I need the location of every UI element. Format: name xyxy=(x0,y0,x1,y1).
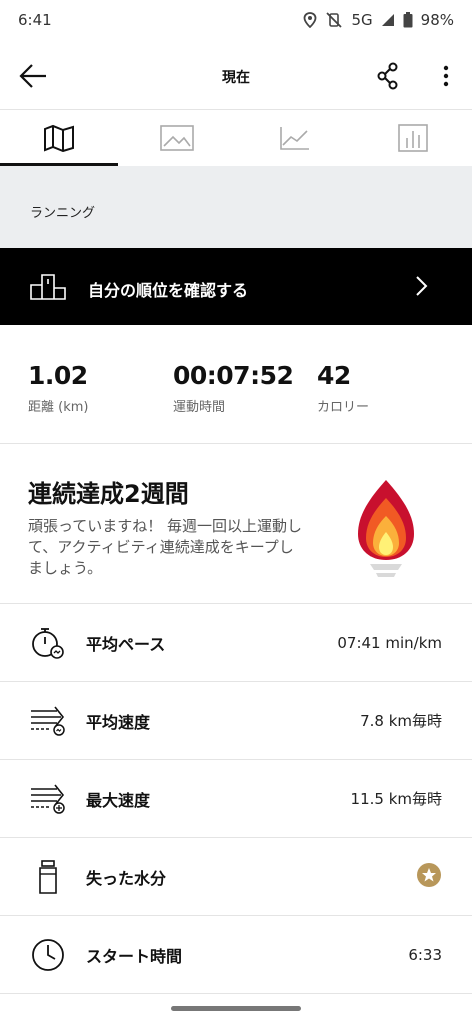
streak-title: 連続達成2週間 xyxy=(28,480,189,508)
metric-value: 07:41 min/km xyxy=(337,633,442,652)
metric-label: 最大速度 xyxy=(86,790,151,810)
metric-value: 11.5 km毎時 xyxy=(350,790,442,808)
metric-label: 平均ペース xyxy=(86,634,166,654)
metric-row-start-time[interactable]: スタート時間 6:33 xyxy=(0,916,472,994)
duration-label: 運動時間 xyxy=(173,400,226,415)
speed-max-icon xyxy=(28,779,68,819)
view-tabs xyxy=(0,110,472,166)
stopwatch-pace-icon xyxy=(28,623,68,663)
metric-label: スタート時間 xyxy=(86,946,183,966)
streak-card[interactable]: 連続達成2週間 頑張っていますね！ 毎週一回以上運動して、アクティビティ連続達成… xyxy=(0,444,472,604)
stat-duration: 00:07:52 運動時間 xyxy=(173,361,294,415)
location-icon xyxy=(304,12,317,28)
water-bottle-icon xyxy=(28,857,68,897)
metric-row-avg-speed[interactable]: 平均速度 7.8 km毎時 xyxy=(0,682,472,760)
battery-level: 98% xyxy=(420,11,454,29)
ranking-banner[interactable]: 自分の順位を確認する xyxy=(0,248,472,325)
summary-stats: 1.02 距離 (km) 00:07:52 運動時間 42 カロリー xyxy=(0,325,472,444)
metric-label: 平均速度 xyxy=(86,712,151,732)
more-icon[interactable] xyxy=(436,64,456,88)
premium-star-icon[interactable] xyxy=(416,862,442,892)
status-bar: 6:41 5G 98% xyxy=(0,0,472,40)
signal-icon xyxy=(381,14,394,26)
ranking-label: 自分の順位を確認する xyxy=(88,281,249,300)
streak-description: 頑張っていますね！ 毎週一回以上運動して、アクティビティ連続達成をキープしましょ… xyxy=(28,517,303,577)
metric-row-water-loss[interactable]: 失った水分 xyxy=(0,838,472,916)
metric-label: 失った水分 xyxy=(86,868,167,888)
clock-icon xyxy=(28,935,68,975)
status-icons: 5G 98% xyxy=(303,11,454,29)
tab-bars[interactable] xyxy=(354,110,472,166)
metric-row-max-speed[interactable]: 最大速度 11.5 km毎時 xyxy=(0,760,472,838)
tab-graph[interactable] xyxy=(236,110,354,166)
metric-value: 7.8 km毎時 xyxy=(360,712,442,730)
stat-distance: 1.02 距離 (km) xyxy=(28,361,88,415)
stat-calories: 42 カロリー xyxy=(317,361,369,415)
home-indicator[interactable] xyxy=(171,1006,301,1011)
app-bar: 現在 xyxy=(0,40,472,110)
distance-value: 1.02 xyxy=(28,361,88,390)
chevron-right-icon xyxy=(416,276,428,296)
line-chart-icon xyxy=(280,127,309,150)
network-type: 5G xyxy=(351,11,373,29)
calories-value: 42 xyxy=(317,361,351,390)
map-icon xyxy=(44,124,74,152)
back-arrow-icon[interactable] xyxy=(18,62,48,90)
calories-label: カロリー xyxy=(317,400,370,415)
torch-flame-icon xyxy=(358,480,414,577)
battery-icon xyxy=(403,12,413,28)
bar-chart-icon xyxy=(398,124,428,152)
tab-photo[interactable] xyxy=(118,110,236,166)
metric-value: 6:33 xyxy=(408,945,442,964)
duration-value: 00:07:52 xyxy=(173,361,294,390)
activity-type: ランニング xyxy=(30,206,96,221)
share-icon[interactable] xyxy=(376,62,402,90)
status-time: 6:41 xyxy=(18,11,52,29)
tab-map[interactable] xyxy=(0,110,118,166)
metric-row-pace[interactable]: 平均ペース 07:41 min/km xyxy=(0,604,472,682)
podium-icon xyxy=(30,274,66,300)
distance-label: 距離 (km) xyxy=(28,400,89,415)
map-preview[interactable]: ランニング xyxy=(0,166,472,248)
speed-average-icon xyxy=(28,701,68,741)
image-icon xyxy=(160,125,194,151)
mute-vibrate-icon xyxy=(326,12,343,28)
